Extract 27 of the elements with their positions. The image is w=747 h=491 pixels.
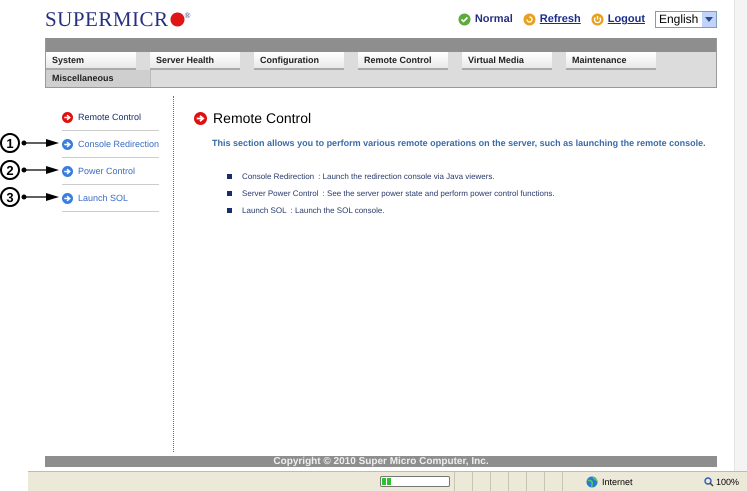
logo-text: SUPERMICR (45, 6, 169, 32)
bullet-text: Launch SOL : Launch the SOL console. (242, 206, 385, 215)
nav-tab[interactable]: Configuration (254, 52, 344, 70)
callout-number: 3 (0, 187, 20, 207)
callout-number: 2 (0, 160, 20, 180)
nav-tab[interactable]: Maintenance (566, 52, 656, 70)
callout-number: 1 (0, 133, 20, 153)
zoom-control[interactable]: 100% (704, 476, 740, 486)
intro-text: This section allows you to perform various remote operations on the server, such as launching the remote console. (212, 138, 706, 148)
bullet-text: Console Redirection : Launch the redirection console via Java viewers. (242, 172, 495, 181)
bullet-text: Server Power Control : See the server power state and perform power control functions. (242, 189, 555, 198)
sidebar-item[interactable]: Remote Control (62, 104, 160, 131)
sidebar-item[interactable]: Power Control (62, 158, 160, 185)
nav-tab[interactable]: Virtual Media (462, 52, 552, 70)
status-text: Normal (474, 13, 513, 25)
nav-tab[interactable]: System (46, 52, 136, 70)
zone-text: Internet (602, 476, 633, 486)
nav-tab[interactable]: Server Health (150, 52, 240, 70)
copyright-footer: Copyright © 2010 Super Micro Computer, Inc. (45, 456, 717, 467)
language-select[interactable]: English (655, 10, 717, 28)
page-title: Remote Control (213, 110, 312, 126)
sidebar-item[interactable]: Console Redirection (62, 131, 160, 158)
sidebar-item[interactable]: Launch SOL (62, 185, 160, 212)
refresh-link[interactable]: Refresh (540, 13, 581, 25)
registered-mark: ® (184, 10, 192, 20)
logout-link[interactable]: Logout (608, 13, 645, 25)
nav-tab[interactable]: Remote Control (358, 52, 448, 70)
